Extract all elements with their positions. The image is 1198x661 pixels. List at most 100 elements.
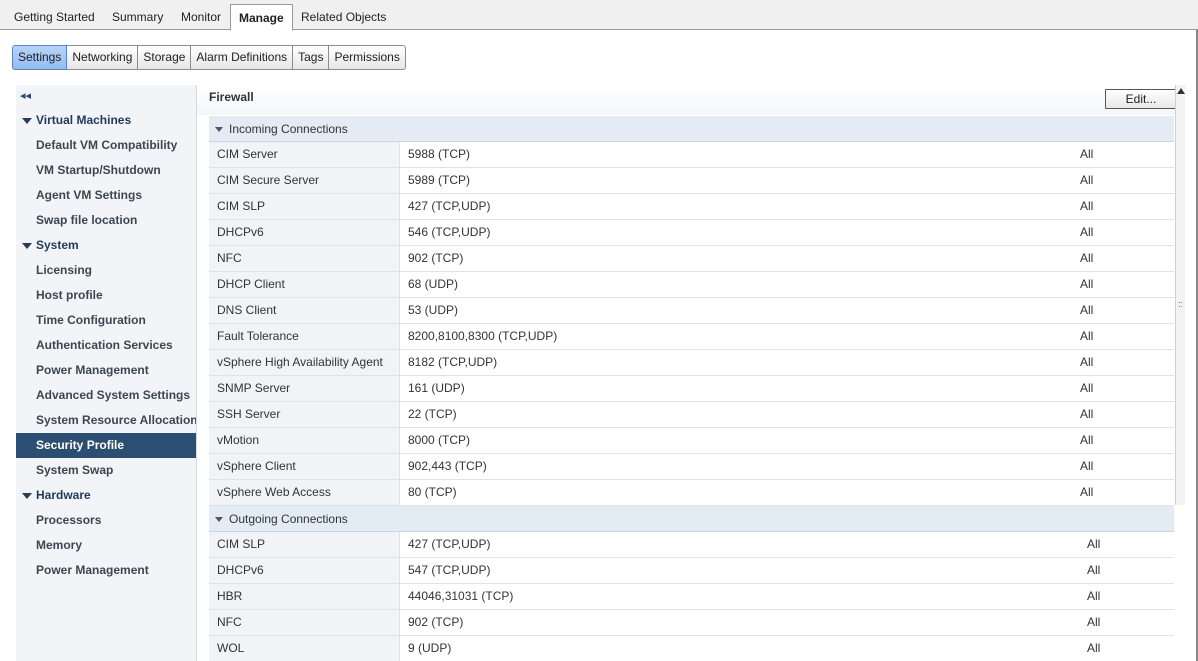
sidebar-item-time-configuration[interactable]: Time Configuration	[16, 308, 196, 333]
top-tab-bar: Getting Started Summary Monitor Manage R…	[0, 0, 1198, 31]
vertical-scrollbar[interactable]: ::	[1175, 85, 1185, 505]
allowed-ip-cell: All	[1087, 615, 1101, 629]
sidebar-item-label: Licensing	[36, 263, 93, 277]
panel-title: Firewall	[209, 90, 254, 104]
table-row[interactable]: DHCPv6 546 (TCP,UDP) All	[209, 220, 1174, 246]
sidebar-item-advanced-system-settings[interactable]: Advanced System Settings	[16, 383, 196, 408]
sidebar-item-hardware[interactable]: Hardware	[16, 483, 196, 508]
table-row[interactable]: NFC 902 (TCP) All	[209, 610, 1174, 636]
subtab-settings[interactable]: Settings	[12, 45, 68, 70]
table-row[interactable]: NFC 902 (TCP) All	[209, 246, 1174, 272]
sidebar-item-label: Agent VM Settings	[36, 188, 143, 202]
sidebar-item-label: Swap file location	[36, 213, 138, 227]
sidebar-item-swap-file-location[interactable]: Swap file location	[16, 208, 196, 233]
expand-arrow-icon[interactable]	[22, 118, 32, 124]
table-row[interactable]: vSphere High Availability Agent 8182 (TCP…	[209, 350, 1174, 376]
table-row[interactable]: DHCP Client 68 (UDP) All	[209, 272, 1174, 298]
allowed-ip-cell: All	[1080, 355, 1094, 369]
service-cell: CIM SLP	[209, 194, 400, 219]
service-cell: CIM Secure Server	[209, 168, 400, 193]
sidebar-item-host-profile[interactable]: Host profile	[16, 283, 196, 308]
allowed-ip-cell: All	[1080, 485, 1094, 499]
outgoing-section-header[interactable]: Outgoing Connections	[209, 506, 1174, 532]
sidebar-item-label: Memory	[36, 538, 83, 552]
subtab-networking[interactable]: Networking	[67, 45, 139, 70]
collapse-section-icon[interactable]	[215, 127, 223, 132]
incoming-section-header[interactable]: Incoming Connections	[209, 116, 1174, 142]
ports-cell: 161 (UDP)	[408, 381, 465, 395]
allowed-ip-cell: All	[1080, 329, 1094, 343]
table-row[interactable]: Fault Tolerance 8200,8100,8300 (TCP,UDP) A…	[209, 324, 1174, 350]
sidebar-item-power-management[interactable]: Power Management	[16, 358, 196, 383]
table-row[interactable]: CIM Server 5988 (TCP) All	[209, 142, 1174, 168]
expand-arrow-icon[interactable]	[22, 493, 32, 499]
table-row[interactable]: DHCPv6 547 (TCP,UDP) All	[209, 558, 1174, 584]
ports-cell: 5989 (TCP)	[408, 173, 471, 187]
table-row[interactable]: HBR 44046,31031 (TCP) All	[209, 584, 1174, 610]
service-cell: CIM Server	[209, 142, 400, 167]
tab-monitor[interactable]: Monitor	[173, 5, 229, 30]
sidebar-item-security-profile[interactable]: Security Profile	[16, 433, 196, 458]
table-row[interactable]: CIM Secure Server 5989 (TCP) All	[209, 168, 1174, 194]
sidebar-item-default-vm-compatibility[interactable]: Default VM Compatibility	[16, 133, 196, 158]
sidebar-item-memory[interactable]: Memory	[16, 533, 196, 558]
subtab-tags[interactable]: Tags	[293, 45, 330, 70]
sidebar-item-system[interactable]: System	[16, 233, 196, 258]
sidebar-item-virtual-machines[interactable]: Virtual Machines	[16, 108, 196, 133]
allowed-ip-cell: All	[1080, 381, 1094, 395]
tab-related-objects[interactable]: Related Objects	[293, 5, 394, 30]
table-row[interactable]: CIM SLP 427 (TCP,UDP) All	[209, 532, 1174, 558]
subtab-storage[interactable]: Storage	[138, 45, 192, 70]
scroll-grip-icon[interactable]: ::	[1178, 300, 1184, 309]
subtab-alarm-definitions[interactable]: Alarm Definitions	[191, 45, 294, 70]
service-cell: DNS Client	[209, 298, 400, 323]
tab-summary[interactable]: Summary	[104, 5, 171, 30]
scroll-up-icon[interactable]	[1177, 88, 1185, 94]
sidebar-item-label: VM Startup/Shutdown	[36, 163, 161, 177]
ports-cell: 68 (UDP)	[408, 277, 459, 291]
table-row[interactable]: WOL 9 (UDP) All	[209, 636, 1174, 661]
table-row[interactable]: vSphere Client 902,443 (TCP) All	[209, 454, 1174, 480]
sidebar-item-label: Virtual Machines	[36, 113, 132, 127]
sidebar-item-label: System	[36, 238, 79, 252]
expand-arrow-icon[interactable]	[22, 243, 32, 249]
allowed-ip-cell: All	[1080, 433, 1094, 447]
service-cell: HBR	[209, 584, 400, 609]
collapse-section-icon[interactable]	[215, 517, 223, 522]
sidebar-item-label: Power Management	[36, 563, 149, 577]
service-cell: SSH Server	[209, 402, 400, 427]
sidebar-item-authentication-services[interactable]: Authentication Services	[16, 333, 196, 358]
table-row[interactable]: CIM SLP 427 (TCP,UDP) All	[209, 194, 1174, 220]
collapse-sidebar-icon[interactable]: ◂◂	[20, 89, 34, 103]
service-cell: WOL	[209, 636, 400, 661]
sidebar-item-agent-vm-settings[interactable]: Agent VM Settings	[16, 183, 196, 208]
table-row[interactable]: vSphere Web Access 80 (TCP) All	[209, 480, 1174, 506]
allowed-ip-cell: All	[1080, 277, 1094, 291]
sidebar-item-system-swap[interactable]: System Swap	[16, 458, 196, 483]
ports-cell: 5988 (TCP)	[408, 147, 471, 161]
table-row[interactable]: DNS Client 53 (UDP) All	[209, 298, 1174, 324]
sidebar-item-label: Authentication Services	[36, 338, 173, 352]
tab-getting-started[interactable]: Getting Started	[6, 5, 103, 30]
sidebar-item-label: Host profile	[36, 288, 103, 302]
sidebar-item-label: Advanced System Settings	[36, 388, 191, 402]
table-row[interactable]: SSH Server 22 (TCP) All	[209, 402, 1174, 428]
sidebar-item-system-resource-allocation[interactable]: System Resource Allocation	[16, 408, 197, 433]
sidebar-item-vm-startup-shutdown[interactable]: VM Startup/Shutdown	[16, 158, 196, 183]
allowed-ip-cell: All	[1080, 459, 1094, 473]
subtab-permissions[interactable]: Permissions	[329, 45, 406, 70]
allowed-ip-cell: All	[1080, 303, 1094, 317]
sidebar-item-licensing[interactable]: Licensing	[16, 258, 196, 283]
service-cell: CIM SLP	[209, 532, 400, 557]
table-row[interactable]: SNMP Server 161 (UDP) All	[209, 376, 1174, 402]
section-label: Outgoing Connections	[229, 512, 348, 526]
tab-manage[interactable]: Manage	[230, 4, 293, 31]
table-row[interactable]: vMotion 8000 (TCP) All	[209, 428, 1174, 454]
service-cell: vMotion	[209, 428, 400, 453]
sidebar-item-label: System Resource Allocation	[36, 413, 197, 427]
edit-button[interactable]: Edit...	[1105, 89, 1177, 109]
sidebar-item-processors[interactable]: Processors	[16, 508, 196, 533]
sidebar-item-power-management[interactable]: Power Management	[16, 558, 196, 583]
sidebar-item-label: Hardware	[36, 488, 91, 502]
panel-header: Firewall Edit...	[197, 85, 1177, 115]
